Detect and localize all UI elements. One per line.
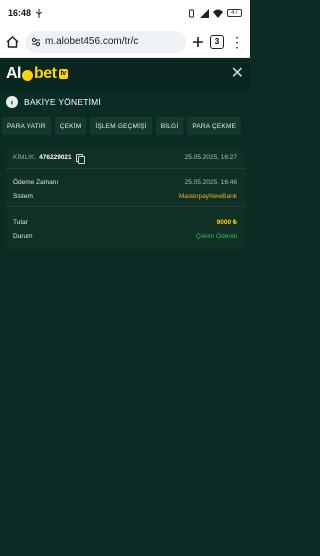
wifi-icon	[213, 9, 223, 18]
app-header: Al bet tv ✕	[0, 58, 250, 90]
site-settings-icon[interactable]	[31, 37, 41, 47]
address-bar[interactable]: m.alobet456.com/tr/c	[25, 30, 186, 53]
logo-ball-icon	[22, 69, 33, 81]
home-icon[interactable]	[6, 35, 19, 48]
transaction-card: KİMLİK: 476229021 25.05.2025, 16:27 Ödem…	[5, 147, 245, 251]
signal-icon	[200, 8, 209, 18]
tab-switcher-button[interactable]: 3	[210, 34, 224, 49]
new-tab-icon[interactable]	[192, 36, 204, 48]
url-text: m.alobet456.com/tr/c	[45, 36, 139, 47]
transaction-created-at: 25.05.2025, 16:27	[184, 154, 237, 161]
logo-badge: tv	[58, 69, 68, 79]
usb-icon	[35, 8, 43, 18]
copy-icon[interactable]	[75, 153, 85, 164]
payment-time-value: 25.05.2025, 16:46	[184, 178, 237, 186]
vibrate-icon	[189, 9, 194, 17]
balance-tabs: PARA YATIR ÇEKİM İŞLEM GEÇMİŞİ BİLGİ PAR…	[0, 117, 250, 135]
system-row: Sistem MasterpayNewBank	[13, 189, 237, 203]
status-row: Durum Çekim Ödendi	[13, 229, 237, 243]
site-logo[interactable]: Al bet tv	[6, 65, 68, 83]
transaction-id-value: 476229021	[39, 154, 72, 161]
system-icons: 47	[187, 8, 242, 18]
more-options-icon[interactable]: ⋮	[230, 35, 244, 49]
system-value: MasterpayNewBank	[178, 192, 237, 200]
status-label: Durum	[13, 232, 33, 240]
back-icon[interactable]: ‹	[6, 96, 18, 108]
tab-transaction-history[interactable]: İŞLEM GEÇMİŞİ	[90, 117, 152, 135]
status-value: Çekim Ödendi	[195, 232, 237, 240]
amount-value: 9000 ₺	[216, 219, 237, 226]
tab-deposit[interactable]: PARA YATIR	[2, 117, 51, 135]
tab-withdraw[interactable]: ÇEKİM	[54, 117, 87, 135]
logo-text-left: Al	[6, 65, 22, 82]
payment-time-label: Ödeme Zamanı	[13, 178, 59, 186]
transaction-id-label: KİMLİK:	[13, 154, 37, 161]
tab-withdrawals[interactable]: PARA ÇEKME	[187, 117, 242, 135]
status-time: 16:48	[8, 8, 32, 18]
logo-text-right: bet	[34, 65, 57, 82]
system-label: Sistem	[13, 192, 33, 200]
amount-label: Tutar	[13, 218, 28, 226]
page-title: BAKİYE YÖNETİMİ	[24, 97, 102, 107]
page-title-row: ‹ BAKİYE YÖNETİMİ	[0, 90, 250, 114]
status-bar: 16:48 47	[0, 0, 250, 26]
close-icon[interactable]: ✕	[231, 66, 244, 82]
tab-info[interactable]: BİLGİ	[155, 117, 184, 135]
amount-row: Tutar 9000 ₺	[13, 215, 237, 229]
payment-time-row: Ödeme Zamanı 25.05.2025, 16:46	[13, 175, 237, 189]
transaction-id-row: KİMLİK: 476229021 25.05.2025, 16:27	[5, 147, 245, 169]
browser-toolbar: m.alobet456.com/tr/c 3 ⋮	[0, 26, 250, 58]
battery-icon: 47	[227, 9, 242, 17]
notification-icons	[35, 8, 43, 18]
